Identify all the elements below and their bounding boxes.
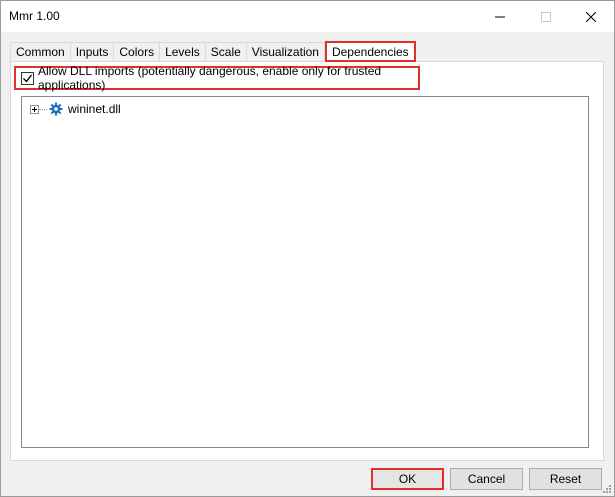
checkmark-icon	[23, 74, 33, 83]
reset-button[interactable]: Reset	[529, 468, 602, 490]
allow-dll-checkbox[interactable]	[21, 71, 34, 85]
allow-dll-label: Allow DLL imports (potentially dangerous…	[38, 64, 382, 92]
dependencies-tree[interactable]: wininet.dll	[21, 96, 589, 448]
tab-dependencies[interactable]: Dependencies	[324, 41, 416, 62]
close-button[interactable]	[568, 1, 614, 32]
tab-common[interactable]: Common	[10, 42, 71, 61]
gear-icon	[49, 102, 63, 116]
dialog-window: Mmr 1.00 Common Inputs Colors Levels Sca…	[0, 0, 615, 497]
close-icon	[586, 11, 596, 22]
allow-dll-option[interactable]: Allow DLL imports (potentially dangerous…	[14, 64, 420, 92]
dialog-footer: OK Cancel Reset	[1, 464, 614, 496]
tab-levels[interactable]: Levels	[160, 42, 206, 61]
tree-connector	[39, 108, 47, 110]
dialog-body: Common Inputs Colors Levels Scale Visual…	[1, 32, 614, 464]
maximize-icon	[541, 11, 551, 22]
ok-button[interactable]: OK	[371, 468, 444, 490]
resize-grip-icon[interactable]	[601, 483, 612, 494]
tab-inputs[interactable]: Inputs	[70, 42, 115, 61]
plus-icon	[32, 106, 37, 112]
tab-strip: Common Inputs Colors Levels Scale Visual…	[10, 41, 416, 62]
tab-visualization[interactable]: Visualization	[246, 42, 325, 61]
title-bar[interactable]: Mmr 1.00	[1, 1, 614, 32]
cancel-button[interactable]: Cancel	[450, 468, 523, 490]
dependencies-panel: Allow DLL imports (potentially dangerous…	[10, 61, 604, 461]
tab-colors[interactable]: Colors	[114, 42, 161, 61]
minimize-icon	[495, 16, 505, 17]
window-title: Mmr 1.00	[9, 9, 60, 23]
tree-item[interactable]: wininet.dll	[24, 100, 121, 118]
maximize-button	[523, 1, 569, 32]
expand-toggle[interactable]	[30, 104, 39, 114]
minimize-button[interactable]	[477, 1, 523, 32]
tab-scale[interactable]: Scale	[205, 42, 247, 61]
tree-item-label: wininet.dll	[68, 102, 121, 116]
